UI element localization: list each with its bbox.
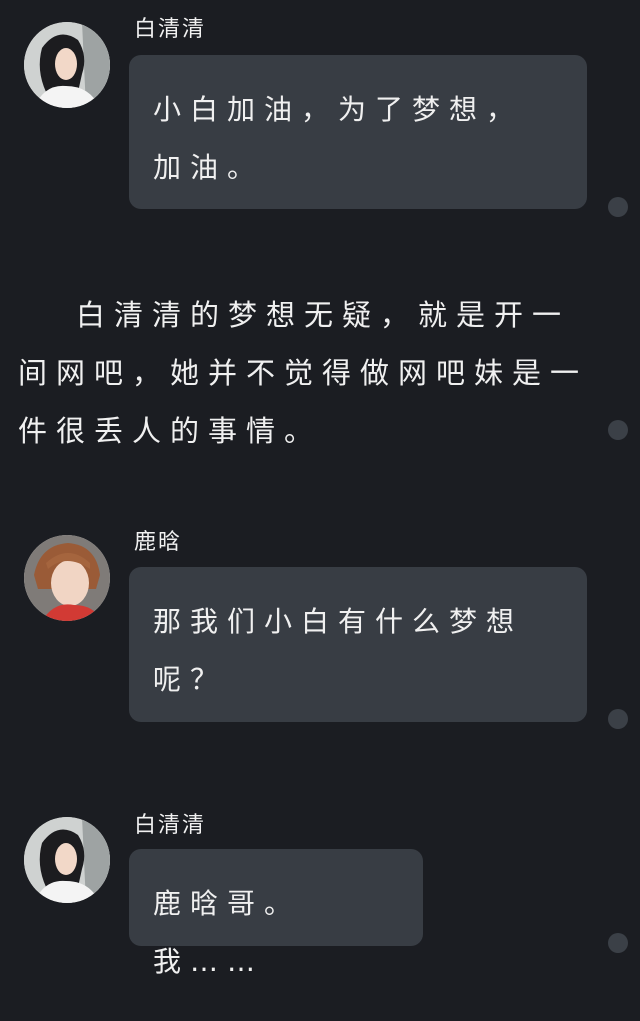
- avatar-image: [24, 535, 110, 621]
- message-indicator-dot[interactable]: [608, 933, 628, 953]
- narration-text: 白清清的梦想无疑，就是开一间网吧，她并不觉得做网吧妹是一件很丢人的事情。: [18, 298, 589, 448]
- avatar-image: [24, 22, 110, 108]
- message-bubble[interactable]: 小白加油，为了梦想，加油。: [129, 55, 587, 209]
- avatar-image: [24, 817, 110, 903]
- avatar-bai-qingqing[interactable]: [24, 22, 110, 108]
- message-indicator-dot[interactable]: [608, 197, 628, 217]
- narration-indicator-dot[interactable]: [608, 420, 628, 440]
- message-bubble[interactable]: 鹿晗哥。我……: [129, 849, 423, 978]
- sender-name: 鹿晗: [134, 530, 183, 555]
- sender-name: 白清清: [134, 17, 207, 42]
- avatar-bai-qingqing[interactable]: [24, 817, 110, 903]
- avatar-lu-han[interactable]: [24, 535, 110, 621]
- message-indicator-dot[interactable]: [608, 709, 628, 729]
- sender-name: 白清清: [134, 813, 207, 838]
- message-bubble[interactable]: 那我们小白有什么梦想呢？: [129, 567, 587, 722]
